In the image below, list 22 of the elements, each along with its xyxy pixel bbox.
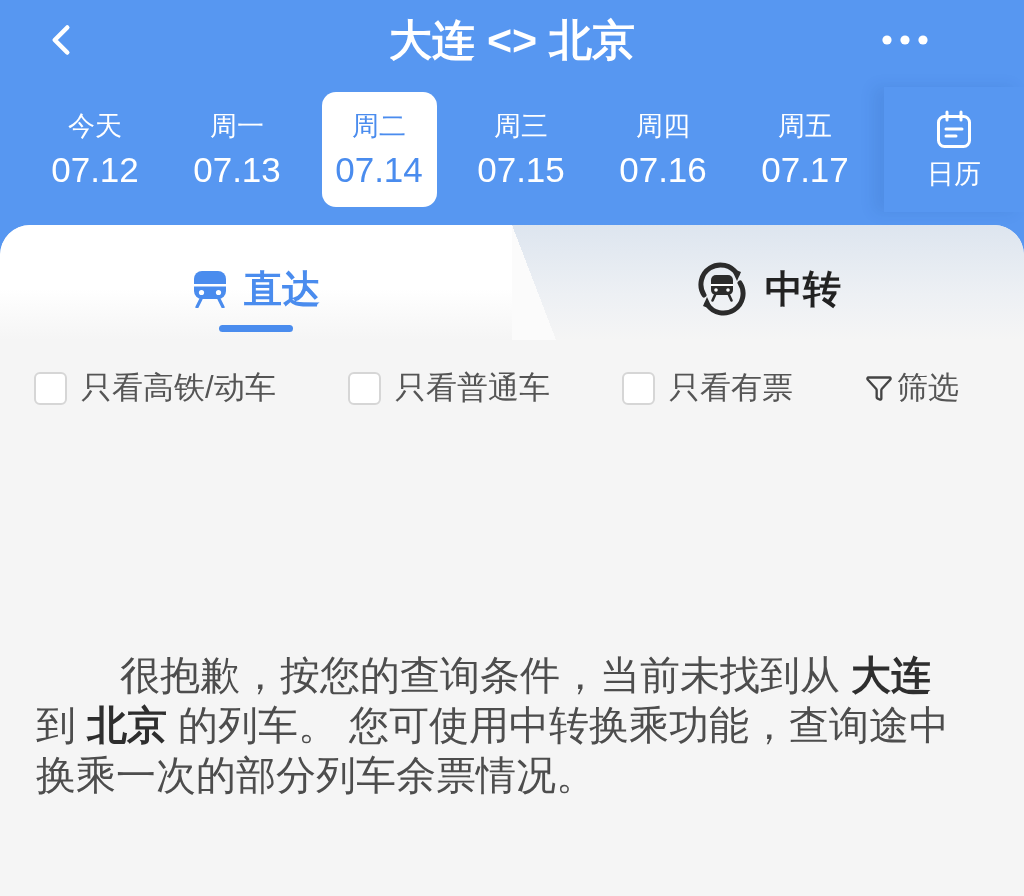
more-icon <box>882 35 928 45</box>
page-title: 大连 <> 北京 <box>388 15 636 65</box>
train-front-icon <box>192 270 228 308</box>
checkbox[interactable] <box>34 371 67 405</box>
checkbox-label[interactable]: 只看高铁/动车 <box>81 369 276 407</box>
checkbox-label[interactable]: 只看普通车 <box>394 369 550 407</box>
date-tab[interactable]: 周一 07.13 <box>179 92 295 207</box>
calendar-button[interactable]: 日历 <box>884 87 1024 212</box>
date-tab[interactable]: 今天 07.12 <box>37 92 153 207</box>
filter-button[interactable]: 筛选 <box>864 369 959 407</box>
checkbox-label[interactable]: 只看有票 <box>668 369 793 407</box>
no-results-message: 很抱歉，按您的查询条件，当前未找到从 大连到 北京 的列车。 您可使用中转换乘功能，查询途中换乘一次的部分列车余票情况。 <box>35 652 951 799</box>
mode-tab[interactable]: 中转 <box>512 225 1024 340</box>
date-tab[interactable]: 周三 07.15 <box>463 92 579 207</box>
train-in-circular-arrows-icon <box>695 262 749 316</box>
checkbox[interactable] <box>347 371 381 405</box>
date-tab[interactable]: 周二 07.14 <box>321 92 437 207</box>
date-tab[interactable]: 周四 07.16 <box>605 92 721 207</box>
checkbox[interactable] <box>621 371 655 405</box>
date-tab[interactable]: 周五 07.17 <box>747 92 863 207</box>
calendar-icon <box>934 108 974 149</box>
filter-icon <box>864 374 893 402</box>
